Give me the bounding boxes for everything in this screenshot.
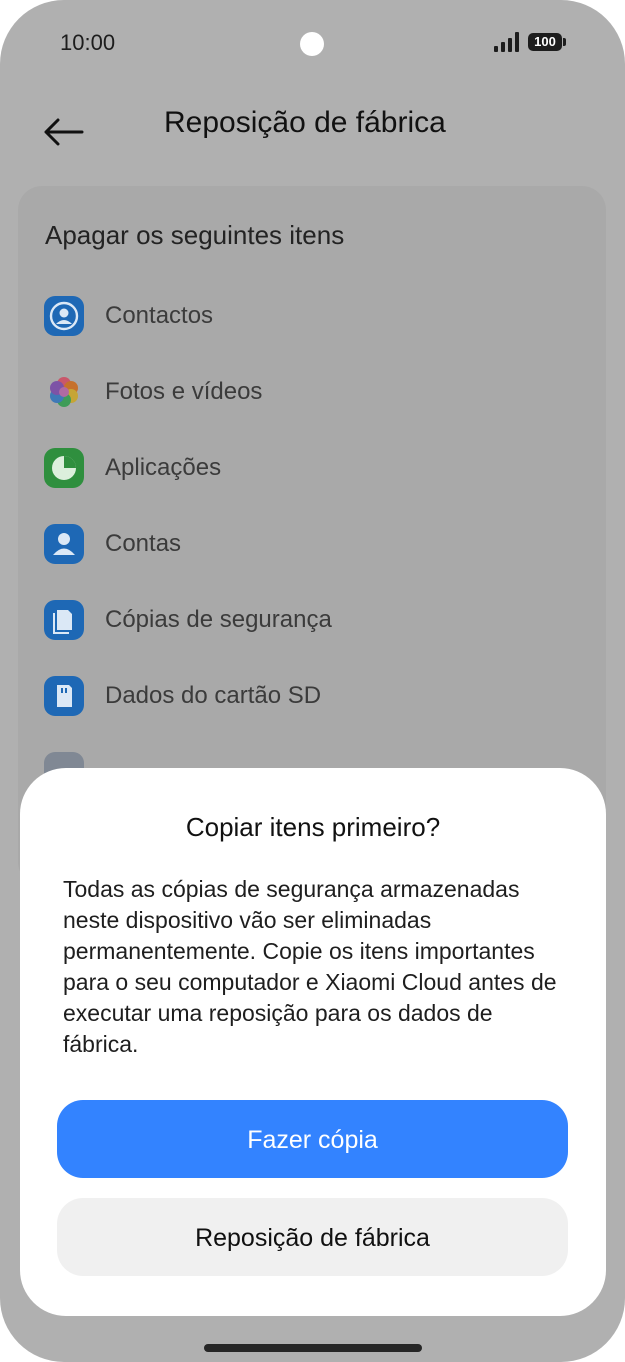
phone-screen: 10:00 100 Reposição de fábrica Apagar os… (0, 0, 625, 1362)
list-item-photos: Fotos e vídeos (44, 372, 584, 416)
list-item-label: Aplicações (105, 454, 222, 481)
arrow-left-icon (44, 118, 84, 146)
top-bar: Reposição de fábrica (0, 90, 625, 160)
signal-icon (494, 32, 522, 52)
photos-icon (44, 372, 84, 412)
list-item-label: Contas (105, 530, 182, 557)
dialog-message: Todas as cópias de segurança armazenadas… (63, 876, 557, 1057)
list-item-backups: Cópias de segurança (44, 600, 584, 644)
backup-dialog: Copiar itens primeiro? Todas as cópias d… (20, 768, 606, 1316)
battery-icon: 100 (528, 33, 566, 51)
list-item-label: Fotos e vídeos (105, 378, 263, 405)
list-item-sd-card: Dados do cartão SD (44, 676, 584, 720)
sd-card-icon (44, 676, 84, 716)
list-item-label: Cópias de segurança (105, 606, 332, 633)
list-item-contacts: Contactos (44, 296, 584, 340)
status-bar: 10:00 100 (0, 0, 625, 86)
accounts-icon (44, 524, 84, 564)
factory-reset-button[interactable]: Reposição de fábrica (57, 1198, 568, 1276)
list-item-accounts: Contas (44, 524, 584, 568)
status-time: 10:00 (60, 30, 116, 55)
back-button[interactable] (38, 100, 88, 150)
list-item-label: Dados do cartão SD (105, 682, 322, 709)
apps-icon (44, 448, 84, 488)
list-item-apps: Aplicações (44, 448, 584, 492)
make-backup-button[interactable]: Fazer cópia (57, 1100, 568, 1178)
page-title: Reposição de fábrica (164, 106, 446, 139)
home-indicator[interactable] (204, 1344, 422, 1352)
list-item-label: Contactos (105, 302, 214, 329)
camera-cutout (300, 32, 324, 56)
dialog-title: Copiar itens primeiro? (185, 812, 441, 842)
contacts-icon (44, 296, 84, 336)
backup-icon (44, 600, 84, 640)
card-title: Apagar os seguintes itens (45, 220, 345, 250)
